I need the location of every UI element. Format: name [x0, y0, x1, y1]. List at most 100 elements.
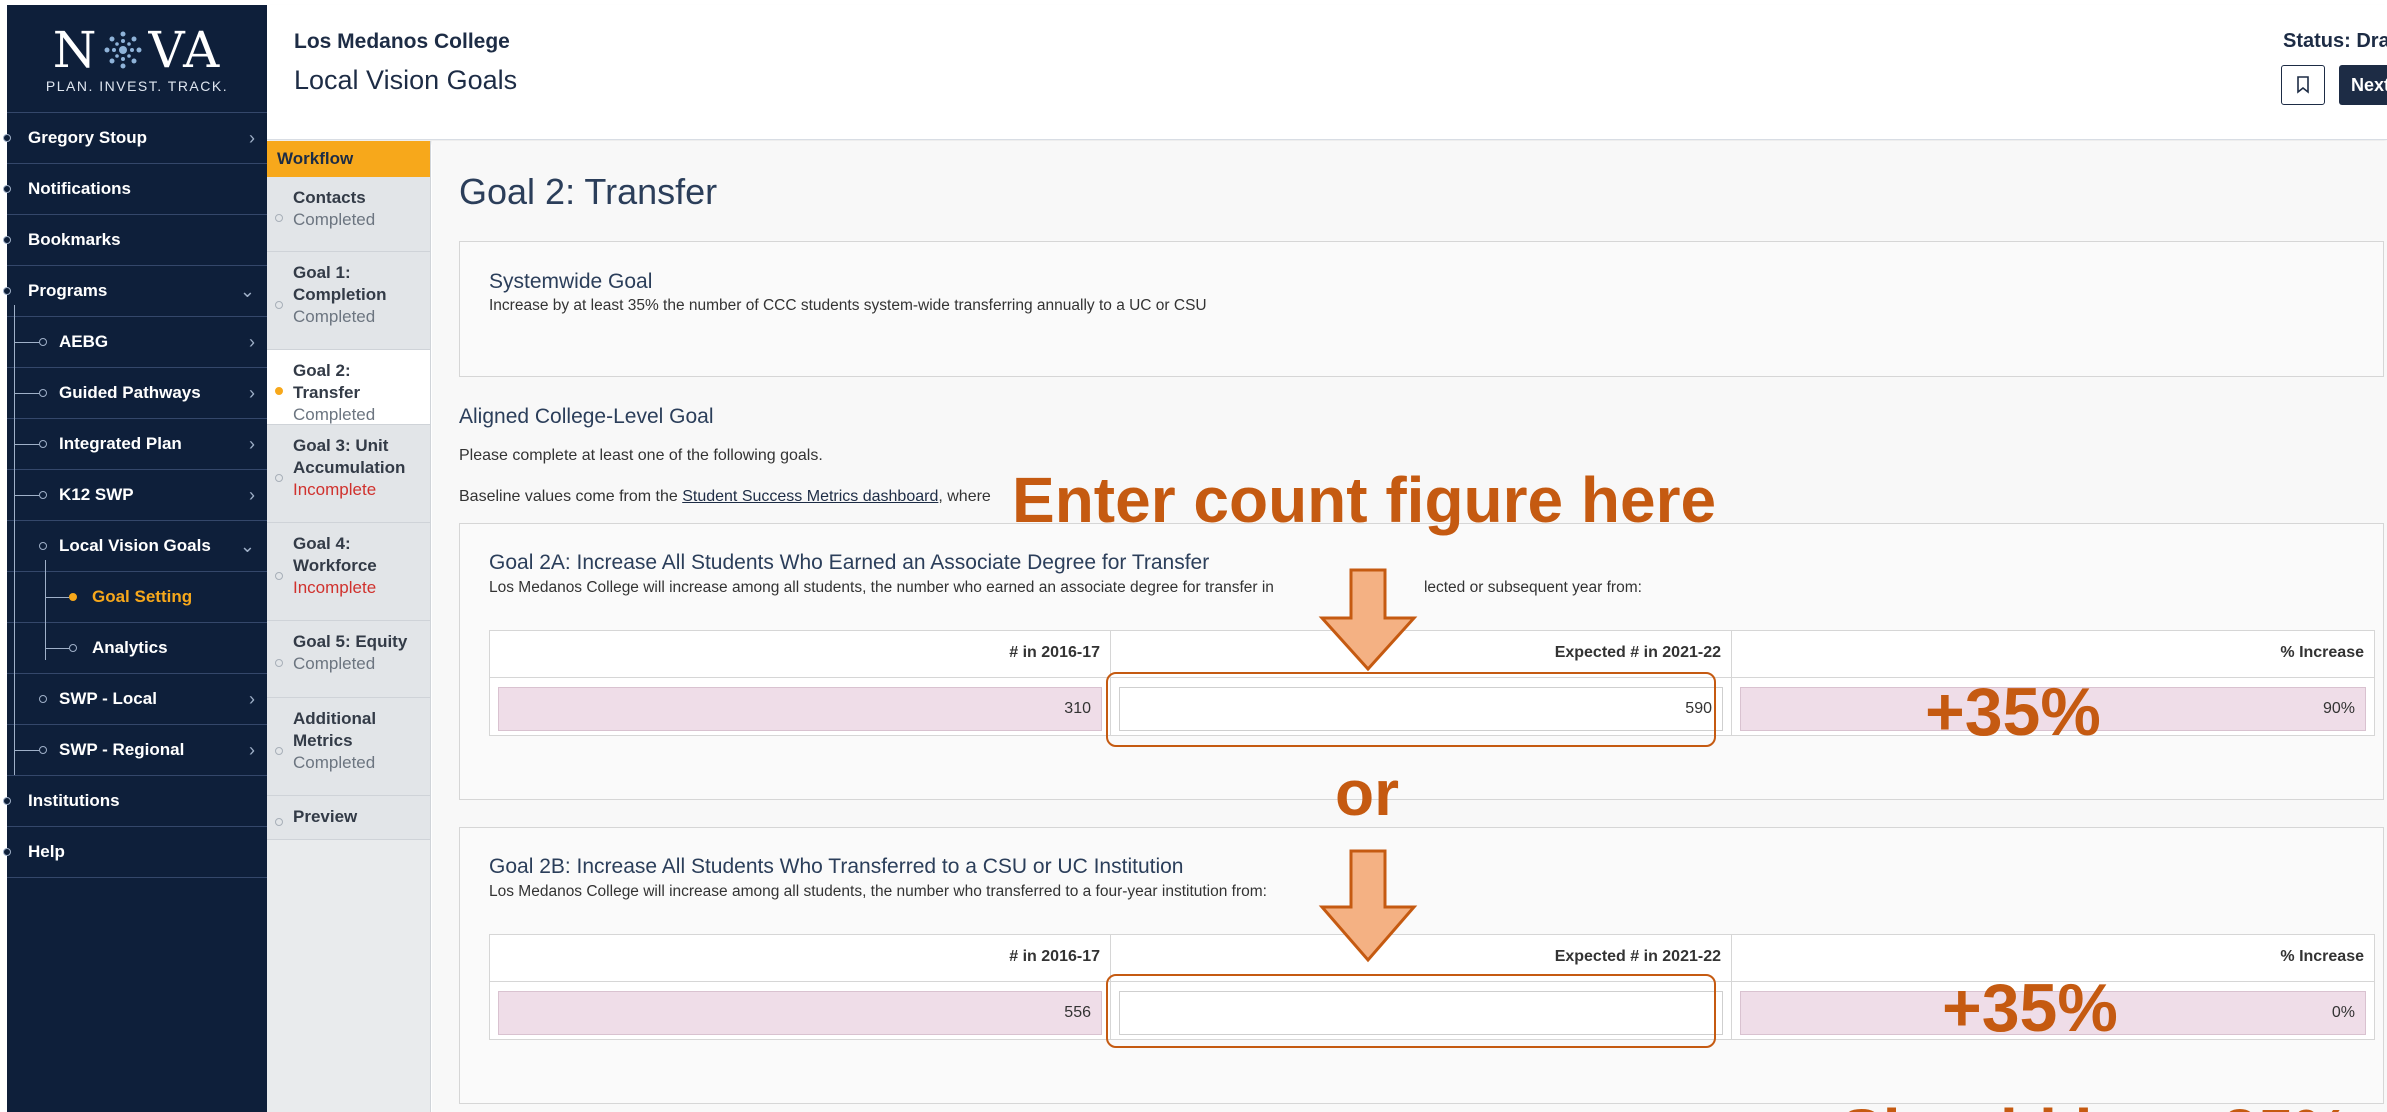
aligned-goal-description: Please complete at least one of the foll… — [459, 447, 823, 464]
step-dot-icon — [275, 300, 283, 309]
chevron-down-icon: ⌄ — [239, 535, 255, 556]
bullet-icon — [39, 746, 47, 754]
nav-item-aebg[interactable]: AEBG › — [7, 317, 267, 368]
step-title: Additional Metrics — [293, 709, 377, 750]
annotation-enter-count: Enter count figure here — [1012, 464, 1717, 536]
sidebar-nav: N VA PLAN. INVEST. TRACK. Gregory Stoup … — [3, 5, 267, 1112]
down-arrow-icon — [1318, 568, 1418, 672]
nav-item-bookmarks[interactable]: Bookmarks — [3, 215, 267, 266]
workflow-step-additional-metrics[interactable]: Additional Metrics Completed — [267, 698, 430, 796]
bullet-icon — [3, 287, 11, 295]
goal-2b-panel: Goal 2B: Increase All Students Who Trans… — [459, 827, 2384, 1104]
workflow-step-goal3[interactable]: Goal 3: Unit Accumulation Incomplete — [267, 425, 430, 523]
nav-item-swp-local[interactable]: SWP - Local › — [7, 674, 267, 725]
step-title: Contacts — [293, 188, 366, 207]
systemwide-goal-panel: Systemwide Goal Increase by at least 35%… — [459, 241, 2384, 377]
bookmark-button[interactable] — [2281, 65, 2325, 105]
nav-item-label: AEBG — [59, 332, 109, 351]
baseline-suffix: , where — [938, 488, 991, 505]
nav-item-help[interactable]: Help — [3, 827, 267, 878]
workflow-step-goal2[interactable]: Goal 2: Transfer Completed — [267, 350, 430, 425]
tree-connector — [14, 443, 39, 445]
goal-2a-text-start: Los Medanos College will increase among … — [489, 579, 1274, 596]
nav-item-label: Analytics — [92, 638, 168, 657]
nav-item-institutions[interactable]: Institutions — [3, 776, 267, 827]
step-status: Completed — [293, 210, 376, 229]
page-header: Los Medanos College Local Vision Goals S… — [267, 5, 2387, 140]
goal-2b-text: Los Medanos College will increase among … — [489, 883, 1267, 900]
chevron-right-icon: › — [249, 127, 255, 148]
step-dot-icon — [275, 473, 283, 482]
tree-connector — [14, 392, 39, 394]
chevron-right-icon: › — [249, 382, 255, 403]
bullet-icon — [3, 797, 11, 805]
chevron-down-icon: ⌄ — [239, 280, 255, 301]
bullet-icon — [39, 491, 47, 499]
annotation-box-expected-2a — [1106, 672, 1716, 747]
nav-item-label: Help — [28, 842, 65, 861]
column-header-expected: Expected # in 2021-22 — [1554, 948, 1721, 965]
nav-item-label: Guided Pathways — [59, 383, 201, 402]
column-header-baseline: # in 2016-17 — [1009, 644, 1100, 661]
nav-item-integrated-plan[interactable]: Integrated Plan › — [7, 419, 267, 470]
workflow-step-preview[interactable]: Preview — [267, 796, 430, 840]
nav-item-guided-pathways[interactable]: Guided Pathways › — [7, 368, 267, 419]
step-status: Completed — [293, 654, 376, 673]
nova-logo[interactable]: N VA PLAN. INVEST. TRACK. — [7, 5, 267, 113]
nav-item-swp-regional[interactable]: SWP - Regional › — [7, 725, 267, 776]
workflow-step-contacts[interactable]: Contacts Completed — [267, 177, 430, 252]
bullet-icon — [69, 644, 77, 652]
annotation-box-expected-2b — [1106, 974, 1716, 1048]
step-dot-icon — [275, 659, 283, 667]
workflow-step-goal1[interactable]: Goal 1: Completion Completed — [267, 252, 430, 350]
nav-item-local-vision-goals[interactable]: Local Vision Goals ⌄ — [7, 521, 267, 572]
baseline-prefix: Baseline values come from the — [459, 488, 683, 505]
column-header-increase: % Increase — [2280, 948, 2364, 965]
goal-2a-text-end: lected or subsequent year from: — [1423, 579, 1642, 596]
step-title: Goal 4: Workforce — [293, 534, 377, 575]
nav-item-analytics[interactable]: Analytics — [7, 623, 267, 674]
baseline-column: # in 2016-17 310 — [490, 631, 1111, 735]
page-title: Local Vision Goals — [294, 65, 518, 95]
step-title: Goal 1: Completion — [293, 263, 387, 304]
college-name: Los Medanos College — [294, 30, 510, 53]
bullet-icon — [3, 236, 11, 244]
systemwide-heading: Systemwide Goal — [489, 270, 653, 293]
tree-line-local-vision — [45, 560, 46, 660]
nav-item-goal-setting[interactable]: Goal Setting — [7, 572, 267, 623]
tree-connector — [14, 341, 39, 343]
chevron-right-icon: › — [249, 484, 255, 505]
bullet-icon — [3, 848, 11, 856]
step-status: Completed — [293, 753, 376, 772]
bullet-icon — [39, 440, 47, 448]
logo-burst-icon — [104, 31, 142, 68]
nav-item-user[interactable]: Gregory Stoup › — [3, 113, 267, 164]
nav-item-programs[interactable]: Programs ⌄ — [3, 266, 267, 317]
step-title: Goal 2: Transfer — [293, 361, 361, 402]
next-button[interactable]: Next — [2339, 65, 2387, 105]
step-title: Goal 5: Equity — [293, 632, 408, 651]
step-dot-icon — [275, 571, 283, 580]
aligned-goal-heading: Aligned College-Level Goal — [459, 405, 714, 428]
nav-item-notifications[interactable]: Notifications — [3, 164, 267, 215]
nav-item-label: Local Vision Goals — [59, 536, 211, 555]
ssm-dashboard-link[interactable]: Student Success Metrics dashboard — [682, 488, 938, 505]
chevron-right-icon: › — [249, 433, 255, 454]
annotation-or: or — [1335, 757, 1399, 829]
step-status: Incomplete — [293, 578, 377, 597]
column-header-increase: % Increase — [2280, 644, 2364, 661]
bookmark-icon — [2297, 76, 2309, 94]
workflow-step-goal5[interactable]: Goal 5: Equity Completed — [267, 621, 430, 698]
nav-item-label: SWP - Regional — [59, 740, 185, 759]
tree-connector — [45, 647, 69, 649]
bullet-icon — [3, 185, 11, 193]
nav-item-label: K12 SWP — [59, 485, 134, 504]
workflow-step-goal4[interactable]: Goal 4: Workforce Incomplete — [267, 523, 430, 621]
nav-item-k12-swp[interactable]: K12 SWP › — [7, 470, 267, 521]
bullet-icon — [39, 389, 47, 397]
bullet-icon — [3, 134, 11, 142]
step-status: Completed — [293, 405, 376, 424]
nav-item-label: Bookmarks — [28, 230, 121, 249]
nav-item-label: Notifications — [28, 179, 131, 198]
chevron-right-icon: › — [249, 739, 255, 760]
